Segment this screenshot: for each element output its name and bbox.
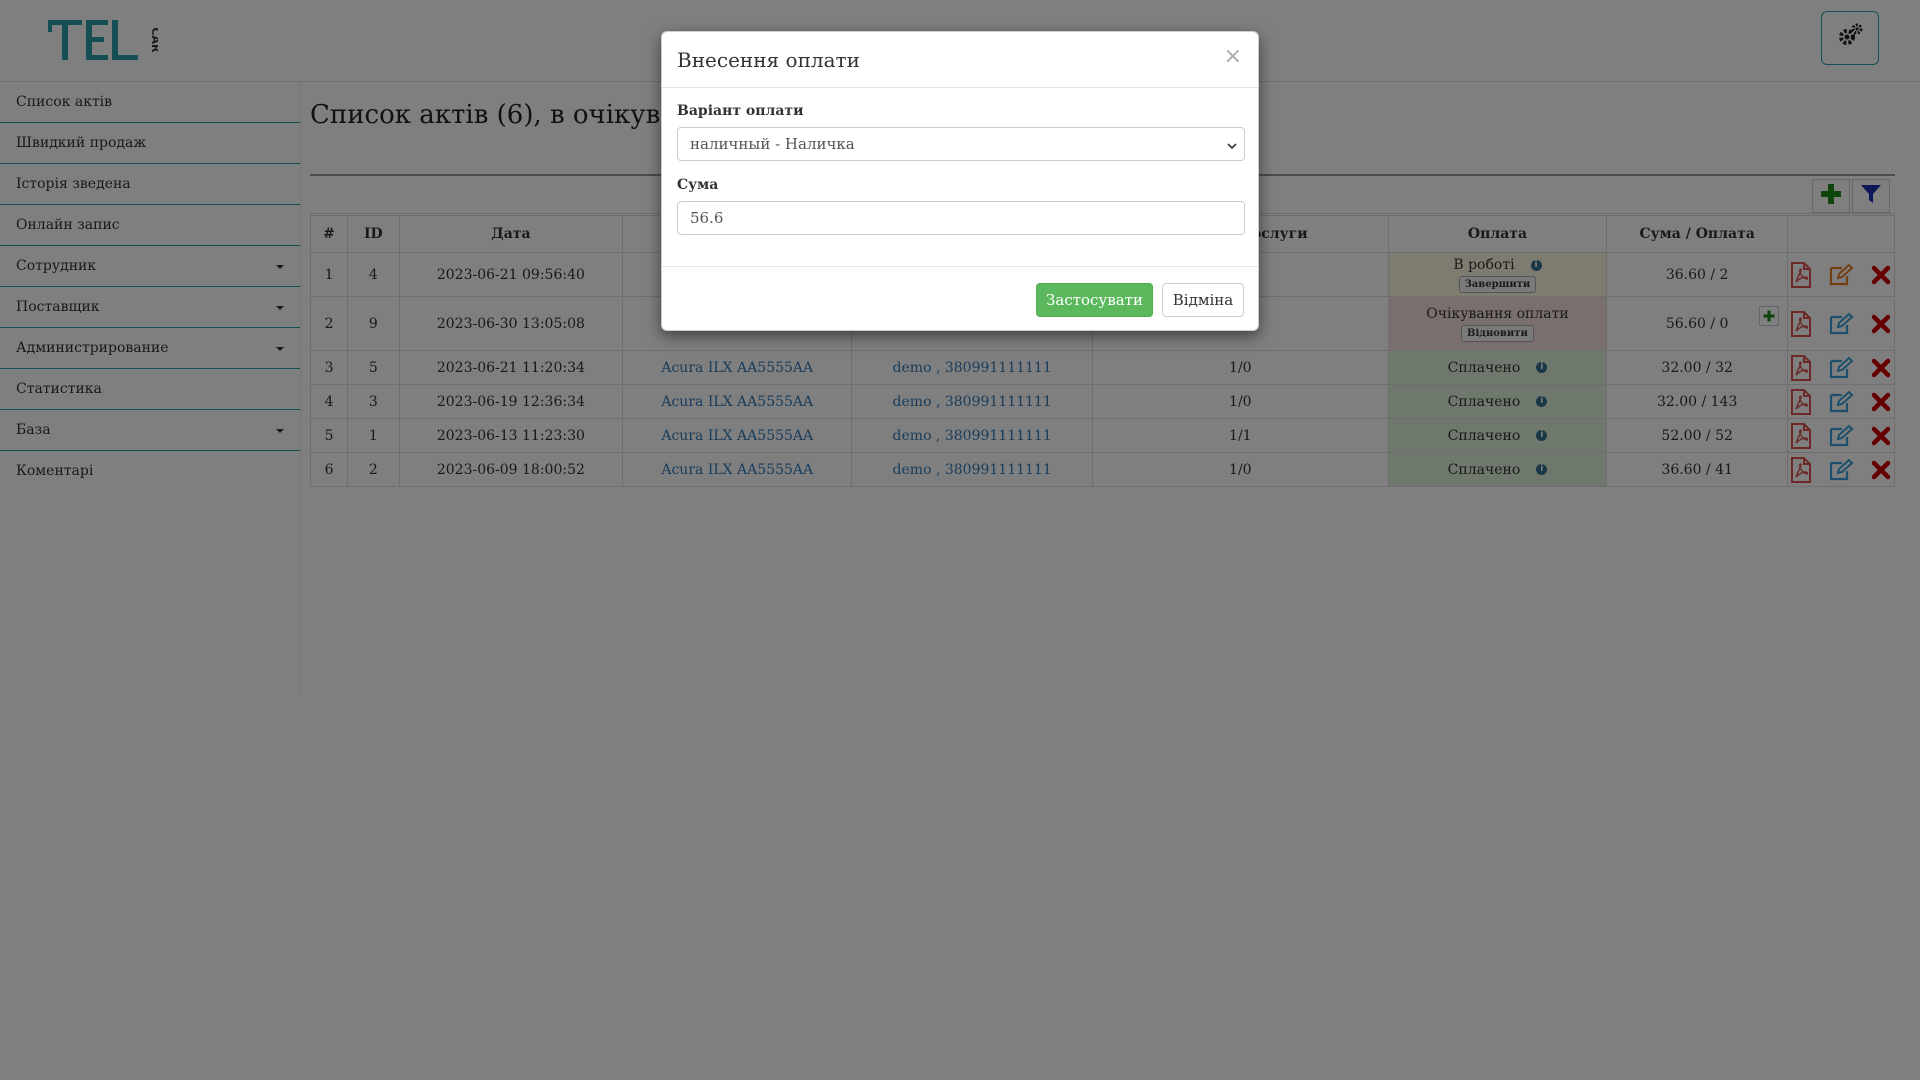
modal-title: Внесення оплати <box>677 48 860 72</box>
sum-input[interactable]: 56.6 <box>677 201 1245 235</box>
payment-variant-value: наличный - Наличка <box>690 135 855 153</box>
chevron-down-icon <box>1226 138 1238 156</box>
payment-variant-label: Варіант оплати <box>677 103 804 119</box>
cancel-button[interactable]: Відміна <box>1162 283 1244 317</box>
modal-footer: Застосувати Відміна <box>662 266 1258 330</box>
sum-label: Сума <box>677 177 719 193</box>
apply-button[interactable]: Застосувати <box>1036 283 1153 317</box>
close-icon[interactable]: × <box>1224 44 1242 69</box>
modal-header: Внесення оплати × <box>662 32 1258 88</box>
payment-modal: Внесення оплати × Варіант оплати наличны… <box>661 31 1259 331</box>
payment-variant-select[interactable]: наличный - Наличка <box>677 127 1245 161</box>
modal-body: Варіант оплати наличный - Наличка Сума 5… <box>662 88 1258 235</box>
